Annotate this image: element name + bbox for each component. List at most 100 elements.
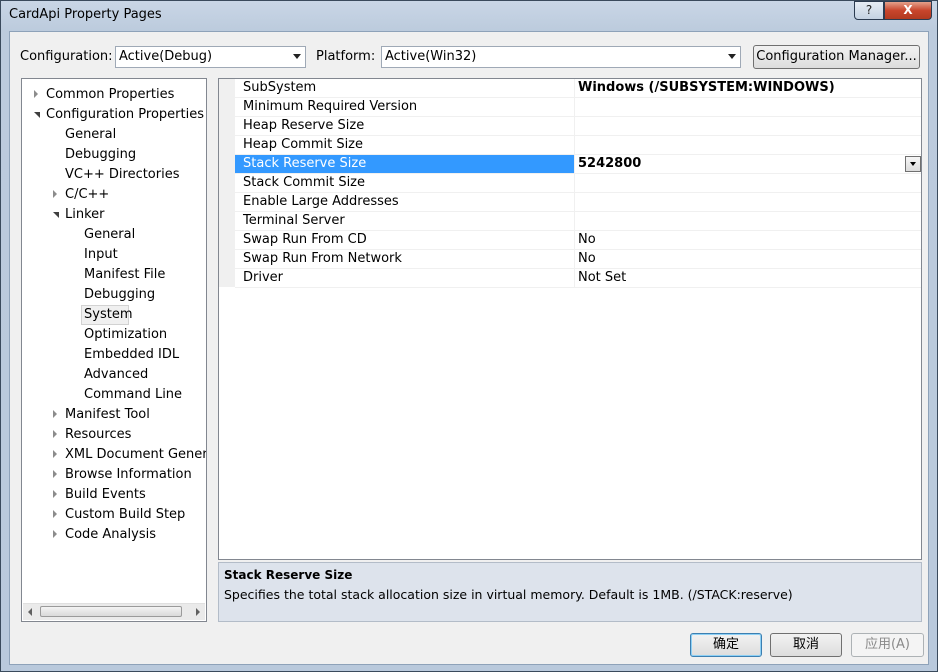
property-row[interactable]: Minimum Required Version — [235, 98, 921, 117]
property-row[interactable]: Driver Not Set — [235, 269, 921, 288]
ok-button[interactable]: 确定 — [690, 633, 762, 657]
property-row[interactable]: Heap Reserve Size — [235, 117, 921, 136]
collapsed-triangle-icon[interactable] — [53, 530, 57, 538]
tree-item[interactable]: Optimization — [84, 325, 167, 344]
help-button[interactable]: ? — [854, 1, 884, 20]
column-divider[interactable] — [574, 231, 575, 250]
window-title: CardApi Property Pages — [9, 7, 162, 22]
tree-item[interactable]: Debugging — [84, 285, 155, 304]
tree-item[interactable]: VC++ Directories — [65, 165, 180, 184]
title-bar[interactable]: CardApi Property Pages ? X — [1, 1, 937, 29]
column-divider[interactable] — [574, 212, 575, 231]
description-panel: Stack Reserve Size Specifies the total s… — [218, 562, 922, 622]
property-value[interactable]: No — [578, 231, 908, 249]
column-divider[interactable] — [574, 98, 575, 117]
tree-item[interactable]: Manifest Tool — [65, 405, 150, 424]
tree-item[interactable]: Configuration Properties — [46, 105, 204, 124]
scrollbar-thumb[interactable] — [40, 606, 182, 617]
tree-item[interactable]: System — [84, 305, 132, 324]
value-dropdown-button[interactable] — [905, 156, 921, 172]
tree-item[interactable]: General — [84, 225, 135, 244]
chevron-down-icon — [293, 54, 301, 59]
column-divider[interactable] — [574, 250, 575, 269]
property-value[interactable]: No — [578, 250, 908, 268]
apply-button[interactable]: 应用(A) — [851, 633, 924, 657]
close-button[interactable]: X — [884, 1, 932, 20]
property-value[interactable]: 5242800 — [578, 155, 908, 173]
property-name: Heap Commit Size — [243, 137, 364, 152]
collapsed-triangle-icon[interactable] — [53, 410, 57, 418]
property-name: SubSystem — [243, 80, 317, 95]
property-name: Swap Run From Network — [243, 251, 402, 266]
property-name: Swap Run From CD — [243, 232, 367, 247]
property-name: Stack Reserve Size — [243, 156, 367, 171]
property-row[interactable]: SubSystem Windows (/SUBSYSTEM:WINDOWS) — [235, 79, 921, 98]
collapsed-triangle-icon[interactable] — [34, 90, 38, 98]
configuration-manager-button[interactable]: Configuration Manager... — [753, 45, 920, 69]
column-divider[interactable] — [574, 79, 575, 98]
column-divider[interactable] — [574, 136, 575, 155]
tree-item[interactable]: General — [65, 125, 116, 144]
description-title: Stack Reserve Size — [224, 568, 353, 582]
column-divider[interactable] — [574, 193, 575, 212]
property-name: Driver — [243, 270, 284, 285]
tree-item[interactable]: Advanced — [84, 365, 148, 384]
property-value[interactable]: Windows (/SUBSYSTEM:WINDOWS) — [578, 79, 908, 97]
column-divider[interactable] — [574, 117, 575, 136]
scroll-right-icon[interactable] — [196, 608, 200, 616]
collapsed-triangle-icon[interactable] — [53, 490, 57, 498]
property-tree[interactable]: Common Properties Configuration Propertie… — [21, 78, 207, 622]
property-value[interactable]: Not Set — [578, 269, 908, 287]
tree-item[interactable]: Browse Information — [65, 465, 192, 484]
expanded-triangle-icon[interactable] — [53, 212, 59, 218]
platform-value: Active(Win32) — [385, 49, 477, 64]
platform-dropdown[interactable]: Active(Win32) — [381, 46, 741, 68]
configuration-dropdown[interactable]: Active(Debug) — [115, 46, 306, 68]
column-divider[interactable] — [574, 174, 575, 193]
property-row[interactable]: Swap Run From Network No — [235, 250, 921, 269]
description-text: Specifies the total stack allocation siz… — [224, 587, 793, 602]
tree-item[interactable]: Input — [84, 245, 118, 264]
tree-item[interactable]: Build Events — [65, 485, 146, 504]
tree-item[interactable]: XML Document Generat — [65, 445, 206, 464]
property-row[interactable]: Heap Commit Size — [235, 136, 921, 155]
collapsed-triangle-icon[interactable] — [53, 470, 57, 478]
cancel-button[interactable]: 取消 — [770, 633, 842, 657]
property-name: Enable Large Addresses — [243, 194, 399, 209]
tree-horizontal-scrollbar[interactable] — [23, 603, 205, 620]
chevron-down-icon — [728, 54, 736, 59]
property-pages-window: CardApi Property Pages ? X Configuration… — [0, 0, 938, 672]
property-name: Stack Commit Size — [243, 175, 366, 190]
tree-item[interactable]: Embedded IDL — [84, 345, 179, 364]
tree-item[interactable]: Linker — [65, 205, 105, 224]
property-grid[interactable]: SubSystem Windows (/SUBSYSTEM:WINDOWS) Min… — [218, 78, 922, 560]
property-row[interactable]: Stack Commit Size — [235, 174, 921, 193]
platform-label: Platform: — [316, 49, 376, 64]
property-row[interactable]: Swap Run From CD No — [235, 231, 921, 250]
tree-item[interactable]: Command Line — [84, 385, 182, 404]
property-row[interactable]: Stack Reserve Size 5242800 — [235, 155, 921, 174]
scroll-left-icon[interactable] — [28, 608, 32, 616]
column-divider[interactable] — [574, 269, 575, 288]
tree-item[interactable]: Manifest File — [84, 265, 165, 284]
dialog-client-area: Configuration: Active(Debug) Platform: A… — [9, 31, 929, 665]
tree-item[interactable]: Debugging — [65, 145, 136, 164]
grid-margin-column — [219, 79, 235, 287]
tree-item[interactable]: Resources — [65, 425, 131, 444]
tree-item[interactable]: Common Properties — [46, 85, 174, 104]
tree-item[interactable]: Code Analysis — [65, 525, 156, 544]
property-name: Terminal Server — [243, 213, 345, 228]
tree-item[interactable]: C/C++ — [65, 185, 109, 204]
collapsed-triangle-icon[interactable] — [53, 450, 57, 458]
property-row[interactable]: Terminal Server — [235, 212, 921, 231]
expanded-triangle-icon[interactable] — [34, 112, 40, 118]
property-name: Heap Reserve Size — [243, 118, 365, 133]
collapsed-triangle-icon[interactable] — [53, 510, 57, 518]
configuration-value: Active(Debug) — [119, 49, 213, 64]
tree-item[interactable]: Custom Build Step — [65, 505, 185, 524]
chevron-down-icon — [910, 162, 916, 166]
collapsed-triangle-icon[interactable] — [53, 190, 57, 198]
collapsed-triangle-icon[interactable] — [53, 430, 57, 438]
column-divider[interactable] — [574, 155, 575, 174]
property-row[interactable]: Enable Large Addresses — [235, 193, 921, 212]
